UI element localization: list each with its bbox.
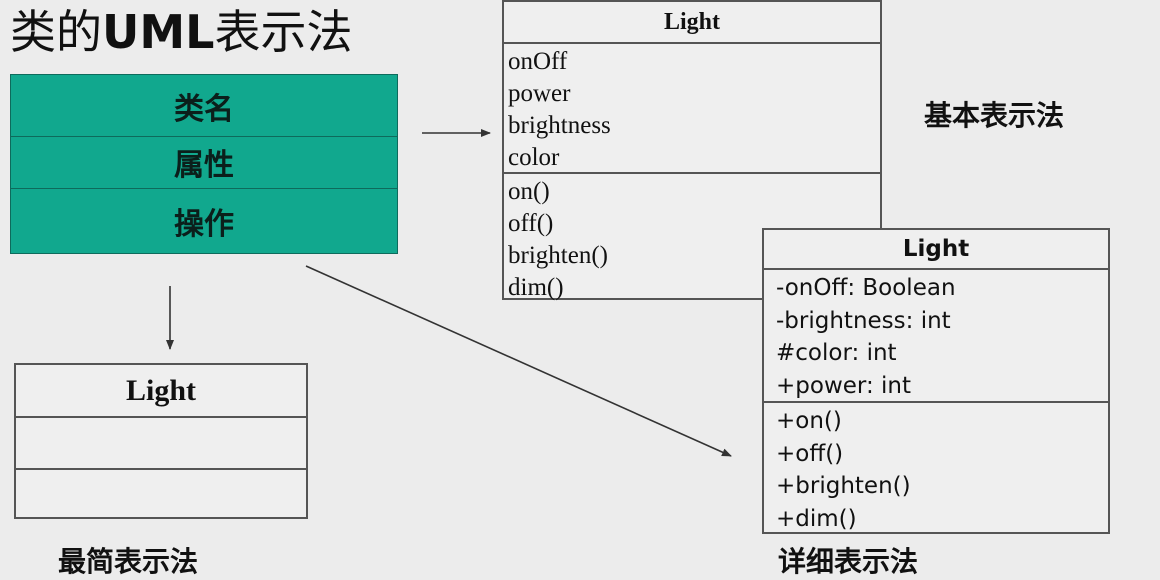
attribute-item: brightness <box>508 112 611 139</box>
attribute-item: power <box>508 80 571 107</box>
attribute-item: -brightness: int <box>776 307 951 334</box>
operation-item: +brighten() <box>776 473 911 499</box>
uml-detailed-class-box: Light -onOff: Boolean -brightness: int #… <box>762 228 1110 534</box>
operation-list: +on() +off() +brighten() +dim() <box>764 403 1108 535</box>
caption-basic: 基本表示法 <box>924 99 1065 132</box>
attribute-item: onOff <box>508 48 568 75</box>
class-name-header: Light <box>16 365 306 418</box>
caption-minimal: 最简表示法 <box>58 545 199 578</box>
class-name-header: Light <box>504 2 880 44</box>
attribute-item: color <box>508 144 560 171</box>
operation-item: +on() <box>776 408 842 434</box>
attribute-item: -onOff: Boolean <box>776 275 956 301</box>
attribute-list: -onOff: Boolean -brightness: int #color:… <box>764 270 1108 403</box>
operation-item: on() <box>508 178 550 205</box>
caption-detailed: 详细表示法 <box>778 545 919 578</box>
attribute-item: #color: int <box>776 340 897 366</box>
attribute-item: +power: int <box>776 372 912 399</box>
operation-item: +off() <box>776 440 844 467</box>
empty-operation-section <box>16 470 306 520</box>
uml-minimal-class-box: Light <box>14 363 308 519</box>
empty-attribute-section <box>16 418 306 470</box>
operation-item: +dim() <box>776 505 857 532</box>
attribute-list: onOff power brightness color <box>504 44 880 174</box>
class-name-header: Light <box>764 230 1108 270</box>
